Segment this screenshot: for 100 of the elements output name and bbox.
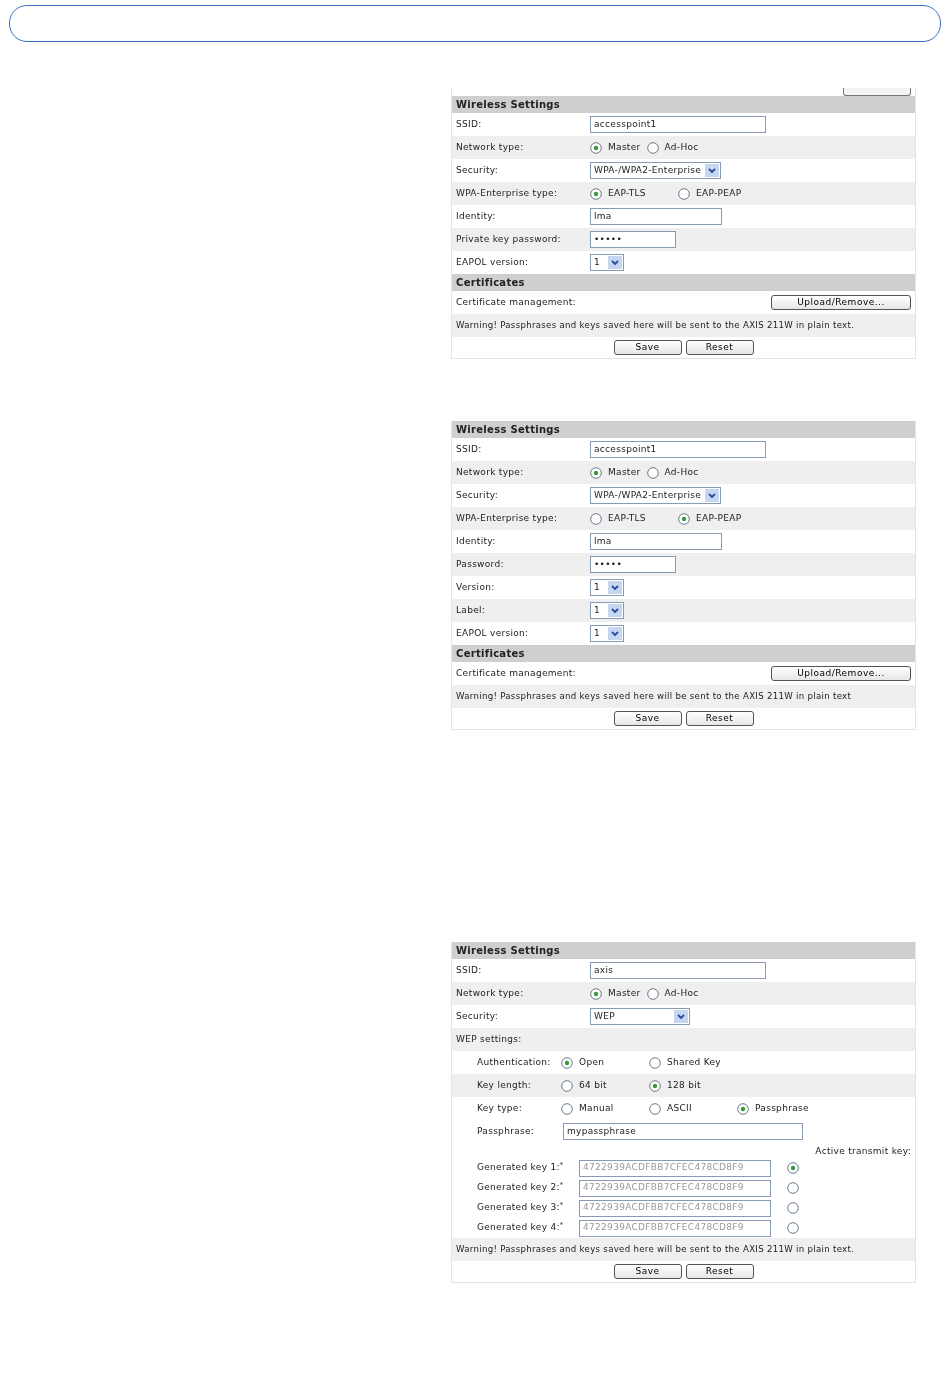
form-button[interactable]: Save xyxy=(613,340,682,355)
option-label[interactable]: Master xyxy=(608,140,641,155)
option-label[interactable]: 128 bit xyxy=(667,1078,701,1093)
text-field[interactable]: axis xyxy=(590,962,766,979)
radio-button[interactable] xyxy=(737,1102,749,1115)
field-label: WEP settings: xyxy=(456,1032,523,1046)
field-label: EAPOL version: xyxy=(456,255,530,269)
chevron-down-icon xyxy=(608,627,622,640)
option-label[interactable]: EAP-TLS xyxy=(608,186,646,201)
field-label: Generated key 1:$^{*}$ xyxy=(477,1161,565,1175)
option-label[interactable]: EAP-PEAP xyxy=(696,186,742,201)
option-label[interactable]: EAP-TLS xyxy=(608,511,646,526)
field-label: Key type: xyxy=(477,1101,523,1115)
field-label: Network type: xyxy=(456,986,525,1000)
field-label: Generated key 4:$^{*}$ xyxy=(477,1221,565,1235)
chevron-down-icon xyxy=(674,1010,688,1023)
field-label: Passphrase: xyxy=(477,1124,536,1138)
radio-button[interactable] xyxy=(590,187,602,200)
field-label: Certificate management: xyxy=(456,295,577,309)
field-label: WPA-Enterprise type: xyxy=(456,511,559,525)
field-label: EAPOL version: xyxy=(456,626,530,640)
form-button[interactable]: Reset xyxy=(685,1264,754,1279)
form-button[interactable]: Reset xyxy=(685,711,754,726)
field-label: Version: xyxy=(456,580,496,594)
password-field[interactable]: ••••• xyxy=(590,556,676,573)
option-label[interactable]: Manual xyxy=(579,1101,614,1116)
section-header: Certificates xyxy=(452,274,915,291)
radio-button[interactable] xyxy=(646,987,659,1000)
option-label[interactable]: Ad-Hoc xyxy=(664,465,699,480)
upload-remove-button[interactable]: Upload/Remove... xyxy=(771,295,911,310)
radio-button[interactable] xyxy=(678,187,690,200)
field-label: Security: xyxy=(456,163,500,177)
text-field[interactable]: mypassphrase xyxy=(563,1123,803,1140)
option-label[interactable]: Ad-Hoc xyxy=(664,986,699,1001)
radio-button[interactable] xyxy=(646,466,659,479)
radio-button[interactable] xyxy=(561,1102,573,1115)
field-label: Certificate management: xyxy=(456,666,577,680)
field-label: Key length: xyxy=(477,1078,533,1092)
section-header: Wireless Settings xyxy=(452,421,915,438)
option-label[interactable]: ASCII xyxy=(667,1101,692,1116)
radio-button[interactable] xyxy=(590,512,602,525)
radio-button[interactable] xyxy=(649,1056,661,1069)
option-label[interactable]: Master xyxy=(608,465,641,480)
form-button[interactable]: Reset xyxy=(685,340,754,355)
field-label: Label: xyxy=(456,603,487,617)
clipped-button[interactable] xyxy=(843,88,911,96)
field-label: Identity: xyxy=(456,209,497,223)
option-label[interactable]: EAP-PEAP xyxy=(696,511,742,526)
option-label[interactable]: Master xyxy=(608,986,641,1001)
field-label: Network type: xyxy=(456,140,525,154)
field-label: WPA-Enterprise type: xyxy=(456,186,559,200)
warning-text: Warning! Passphrases and keys saved here will be sent to the AXIS 211W in plain text xyxy=(456,690,852,703)
dropdown[interactable]: 1 xyxy=(590,579,624,596)
option-label[interactable]: Passphrase xyxy=(755,1101,809,1116)
option-label[interactable]: Shared Key xyxy=(667,1055,721,1070)
field-label: Password: xyxy=(456,557,505,571)
field-label: Authentication: xyxy=(477,1055,552,1069)
field-label: SSID: xyxy=(456,442,483,456)
upload-remove-button[interactable]: Upload/Remove... xyxy=(771,666,911,681)
text-field[interactable]: lma xyxy=(590,208,722,225)
key-field: 4722939ACDFBB7CFEC478CD8F9 xyxy=(579,1199,771,1217)
field-label: SSID: xyxy=(456,963,483,977)
form-button[interactable]: Save xyxy=(613,711,682,726)
radio-button[interactable] xyxy=(561,1079,573,1092)
warning-text: Warning! Passphrases and keys saved here will be sent to the AXIS 211W in plain text. xyxy=(456,319,855,332)
radio-button[interactable] xyxy=(649,1102,661,1115)
form-button[interactable]: Save xyxy=(613,1264,682,1279)
radio-button[interactable] xyxy=(590,141,602,154)
option-label[interactable]: Open xyxy=(579,1055,605,1070)
password-field[interactable]: ••••• xyxy=(590,231,676,248)
field-label: SSID: xyxy=(456,117,483,131)
warning-text: Warning! Passphrases and keys saved here will be sent to the AXIS 211W in plain text. xyxy=(456,1243,855,1256)
key-field: 4722939ACDFBB7CFEC478CD8F9 xyxy=(579,1219,771,1237)
text-field[interactable]: accesspoint1 xyxy=(590,116,766,133)
dropdown[interactable]: WEP xyxy=(590,1008,690,1025)
section-header: Wireless Settings xyxy=(452,96,915,113)
field-label: Security: xyxy=(456,488,500,502)
dropdown[interactable]: WPA-/WPA2-Enterprise xyxy=(590,487,722,504)
dropdown[interactable]: WPA-/WPA2-Enterprise xyxy=(590,162,722,179)
radio-button[interactable] xyxy=(590,987,602,1000)
text-field[interactable]: accesspoint1 xyxy=(590,441,766,458)
option-label[interactable]: 64 bit xyxy=(579,1078,607,1093)
dropdown[interactable]: 1 xyxy=(590,602,624,619)
dropdown[interactable]: 1 xyxy=(590,625,624,642)
field-label: Network type: xyxy=(456,465,525,479)
key-field: 4722939ACDFBB7CFEC478CD8F9 xyxy=(579,1179,771,1197)
column-caption: Active transmit key: xyxy=(815,1144,911,1158)
chevron-down-icon xyxy=(705,489,720,502)
radio-button[interactable] xyxy=(646,141,659,154)
option-label[interactable]: Ad-Hoc xyxy=(664,140,699,155)
field-label: Private key password: xyxy=(456,232,562,246)
dropdown[interactable]: 1 xyxy=(590,254,624,271)
text-field[interactable]: lma xyxy=(590,533,722,550)
radio-button[interactable] xyxy=(590,466,602,479)
radio-button[interactable] xyxy=(561,1056,573,1069)
field-label: Generated key 3:$^{*}$ xyxy=(477,1201,565,1215)
radio-button[interactable] xyxy=(678,512,690,525)
key-field: 4722939ACDFBB7CFEC478CD8F9 xyxy=(579,1159,771,1177)
radio-button[interactable] xyxy=(649,1079,661,1092)
section-header: Wireless Settings xyxy=(452,942,915,959)
